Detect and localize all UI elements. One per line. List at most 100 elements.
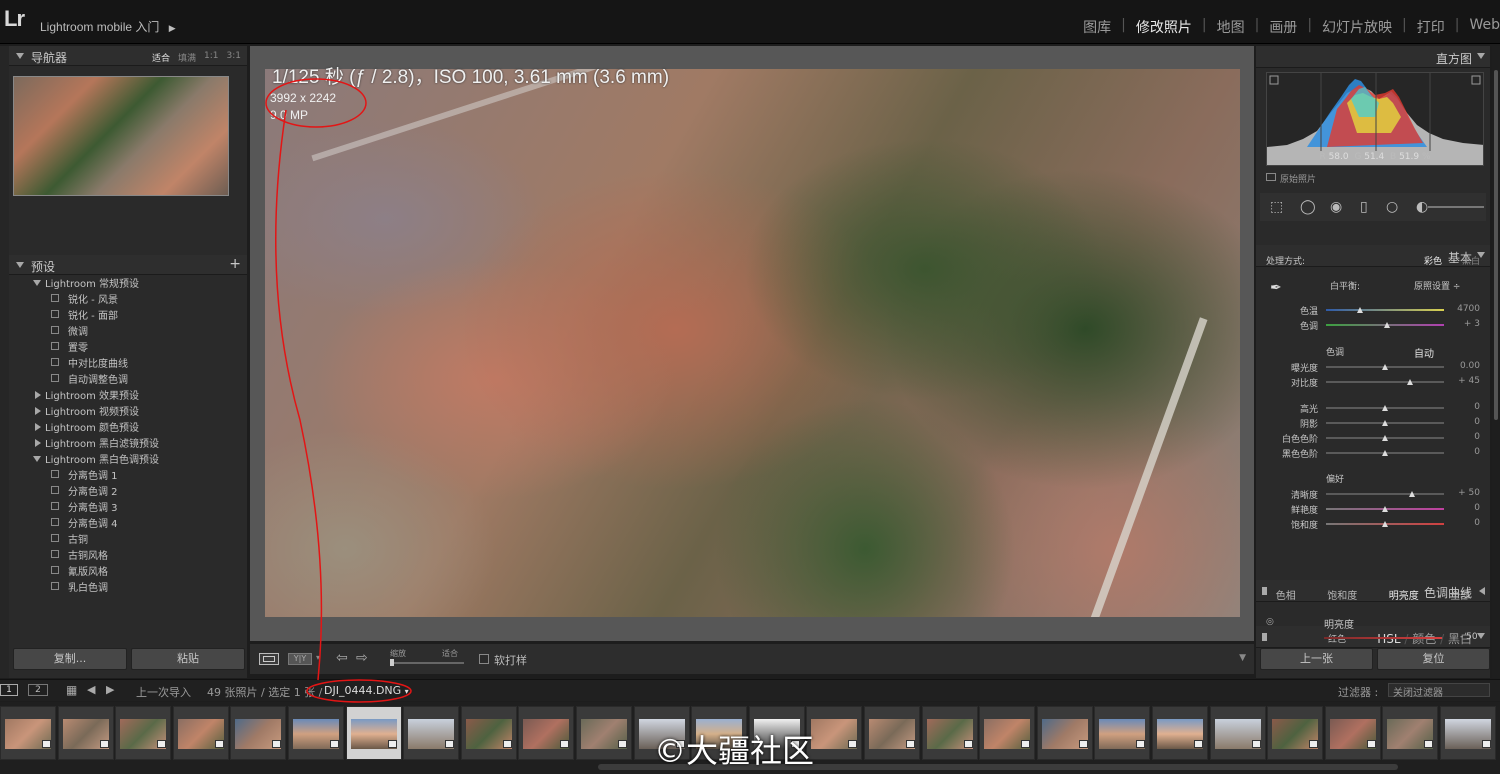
preset-item[interactable]: 分离色调 1 bbox=[9, 467, 243, 483]
expand-right-icon[interactable] bbox=[35, 407, 41, 415]
soft-proof-checkbox[interactable] bbox=[479, 654, 489, 664]
filmstrip-thumbnail[interactable] bbox=[518, 706, 575, 760]
loupe-view-icon[interactable] bbox=[259, 653, 279, 665]
hsl-tab-saturation[interactable]: 饱和度 bbox=[1327, 587, 1357, 607]
white-balance-dropdown[interactable]: 原照设置 ÷ bbox=[1414, 279, 1460, 292]
module-print[interactable]: 打印 bbox=[1407, 17, 1455, 37]
filmstrip-thumbnail[interactable] bbox=[115, 706, 172, 760]
filmstrip-thumbnail[interactable] bbox=[1440, 706, 1496, 760]
preset-item[interactable]: 中对比度曲线 bbox=[9, 355, 243, 371]
add-preset-icon[interactable]: + bbox=[229, 256, 241, 272]
targeted-adjustment-icon[interactable]: ◎ bbox=[1266, 617, 1274, 627]
source-label[interactable]: 上一次导入 bbox=[136, 684, 191, 700]
page-1-button[interactable]: 1 bbox=[0, 684, 18, 696]
red-eye-icon[interactable]: ◉ bbox=[1330, 200, 1342, 214]
light-slider-2-knob[interactable] bbox=[1382, 435, 1388, 441]
panel-switch-icon[interactable] bbox=[1262, 633, 1267, 641]
module-web[interactable]: Web bbox=[1459, 17, 1500, 37]
presence-slider-1-knob[interactable] bbox=[1382, 506, 1388, 512]
filmstrip-thumbnail[interactable] bbox=[230, 706, 287, 760]
nav-zoom-fit[interactable]: 适合 bbox=[152, 51, 170, 64]
filmstrip-thumbnail[interactable] bbox=[576, 706, 632, 760]
preset-item[interactable]: 自动调整色调 bbox=[9, 371, 243, 387]
preset-item[interactable]: 锐化 - 面部 bbox=[9, 307, 243, 323]
module-book[interactable]: 画册 bbox=[1259, 17, 1307, 37]
preset-item[interactable]: 乳白色调 bbox=[9, 579, 243, 595]
filter-dropdown[interactable]: 关闭过滤器 bbox=[1388, 683, 1490, 699]
module-map[interactable]: 地图 bbox=[1207, 17, 1255, 37]
crop-overlay-icon[interactable]: ⬚ bbox=[1270, 200, 1283, 214]
expand-right-icon[interactable] bbox=[35, 439, 41, 447]
filmstrip-thumbnail[interactable] bbox=[979, 706, 1036, 760]
filmstrip-thumbnail[interactable] bbox=[1152, 706, 1208, 760]
filmstrip-thumbnail[interactable] bbox=[460, 706, 517, 760]
tint-knob[interactable] bbox=[1384, 322, 1390, 328]
filmstrip-thumbnail[interactable] bbox=[1267, 706, 1324, 760]
hsl-tab-hue[interactable]: 色相 bbox=[1276, 587, 1296, 607]
filmstrip-thumbnail[interactable] bbox=[1324, 706, 1381, 760]
light-slider-3-knob[interactable] bbox=[1382, 450, 1388, 456]
presence-slider-0-slider[interactable] bbox=[1326, 493, 1444, 495]
radial-filter-icon[interactable]: ○ bbox=[1386, 200, 1398, 214]
original-photo-checkbox[interactable] bbox=[1266, 173, 1276, 181]
filmstrip-thumbnail[interactable] bbox=[1209, 706, 1266, 760]
collapse-triangle-icon[interactable] bbox=[1477, 633, 1485, 639]
light-slider-0-knob[interactable] bbox=[1382, 405, 1388, 411]
hsl-title[interactable]: HSL bbox=[1377, 632, 1400, 646]
presence-slider-2-knob[interactable] bbox=[1382, 521, 1388, 527]
collapse-triangle-icon[interactable] bbox=[1477, 53, 1485, 59]
tone-slider-0-knob[interactable] bbox=[1382, 364, 1388, 370]
page-2-button[interactable]: 2 bbox=[28, 684, 48, 696]
module-slideshow[interactable]: 幻灯片放映 bbox=[1312, 17, 1402, 37]
temperature-slider[interactable] bbox=[1326, 309, 1444, 311]
arrow-right-icon[interactable]: ⇨ bbox=[356, 650, 368, 666]
zoom-slider-knob[interactable] bbox=[390, 659, 394, 666]
treatment-color-option[interactable]: 彩色 bbox=[1424, 254, 1442, 267]
preset-item[interactable]: 分离色调 4 bbox=[9, 515, 243, 531]
nav-zoom-fill[interactable]: 填满 bbox=[178, 51, 196, 64]
filmstrip-thumbnail[interactable] bbox=[1382, 706, 1439, 760]
filmstrip-thumbnail[interactable] bbox=[345, 706, 402, 760]
hsl-tab-all[interactable]: 全部 bbox=[1450, 587, 1470, 607]
nav-zoom-3-1[interactable]: 3:1 bbox=[227, 51, 241, 64]
graduated-filter-icon[interactable]: ▯ bbox=[1360, 200, 1368, 214]
spot-removal-icon[interactable]: ◯ bbox=[1300, 200, 1316, 214]
treatment-bw-option[interactable]: 黑白 bbox=[1462, 254, 1480, 267]
play-triangle-icon[interactable]: ▶ bbox=[169, 23, 176, 33]
color-title[interactable]: 颜色 bbox=[1412, 632, 1436, 646]
right-panel-scroll-thumb[interactable] bbox=[1494, 70, 1498, 420]
module-develop[interactable]: 修改照片 bbox=[1126, 17, 1202, 37]
preset-folder[interactable]: Lightroom 常规预设 bbox=[9, 275, 243, 291]
preset-item[interactable]: 分离色调 3 bbox=[9, 499, 243, 515]
filmstrip-thumbnail[interactable] bbox=[806, 706, 863, 760]
toolbar-menu-chevron-icon[interactable]: ▼ bbox=[1239, 653, 1246, 663]
expand-down-icon[interactable] bbox=[33, 456, 41, 462]
preset-item[interactable]: 微调 bbox=[9, 323, 243, 339]
grid-view-icon[interactable]: ▦ bbox=[66, 683, 77, 697]
filmstrip-thumbnail[interactable] bbox=[403, 706, 460, 760]
filename-label[interactable]: DJI_0444.DNG ▾ bbox=[324, 684, 409, 697]
preset-folder[interactable]: Lightroom 视频预设 bbox=[9, 403, 243, 419]
identity-plate[interactable]: Lightroom mobile 入门 ▶ bbox=[40, 18, 176, 35]
filmstrip-thumbnail[interactable] bbox=[1094, 706, 1151, 760]
eyedropper-icon[interactable]: ✒ bbox=[1270, 280, 1288, 298]
temperature-knob[interactable] bbox=[1357, 307, 1363, 313]
preset-item[interactable]: 锐化 - 风景 bbox=[9, 291, 243, 307]
chevron-down-icon[interactable]: ▾ bbox=[316, 653, 320, 662]
preset-item[interactable]: 古铜 bbox=[9, 531, 243, 547]
back-arrow-icon[interactable]: ◀ bbox=[87, 683, 95, 696]
previous-button[interactable]: 上一张 bbox=[1260, 648, 1373, 670]
arrow-left-icon[interactable]: ⇦ bbox=[336, 650, 348, 666]
preset-folder[interactable]: Lightroom 黑白色调预设 bbox=[9, 451, 243, 467]
copy-settings-button[interactable]: 复制... bbox=[13, 648, 127, 670]
filmstrip-thumbnail[interactable] bbox=[0, 706, 56, 760]
module-library[interactable]: 图库 bbox=[1073, 17, 1121, 37]
collapse-triangle-icon[interactable] bbox=[16, 262, 24, 268]
adjustment-brush-icon[interactable]: ◐ bbox=[1416, 200, 1428, 214]
presence-slider-0-knob[interactable] bbox=[1409, 491, 1415, 497]
preset-folder[interactable]: Lightroom 效果预设 bbox=[9, 387, 243, 403]
filmstrip-thumbnail[interactable] bbox=[1036, 706, 1093, 760]
light-slider-1-knob[interactable] bbox=[1382, 420, 1388, 426]
filmstrip-thumbnail[interactable] bbox=[288, 706, 344, 760]
histogram-header[interactable]: 直方图 bbox=[1256, 46, 1490, 68]
